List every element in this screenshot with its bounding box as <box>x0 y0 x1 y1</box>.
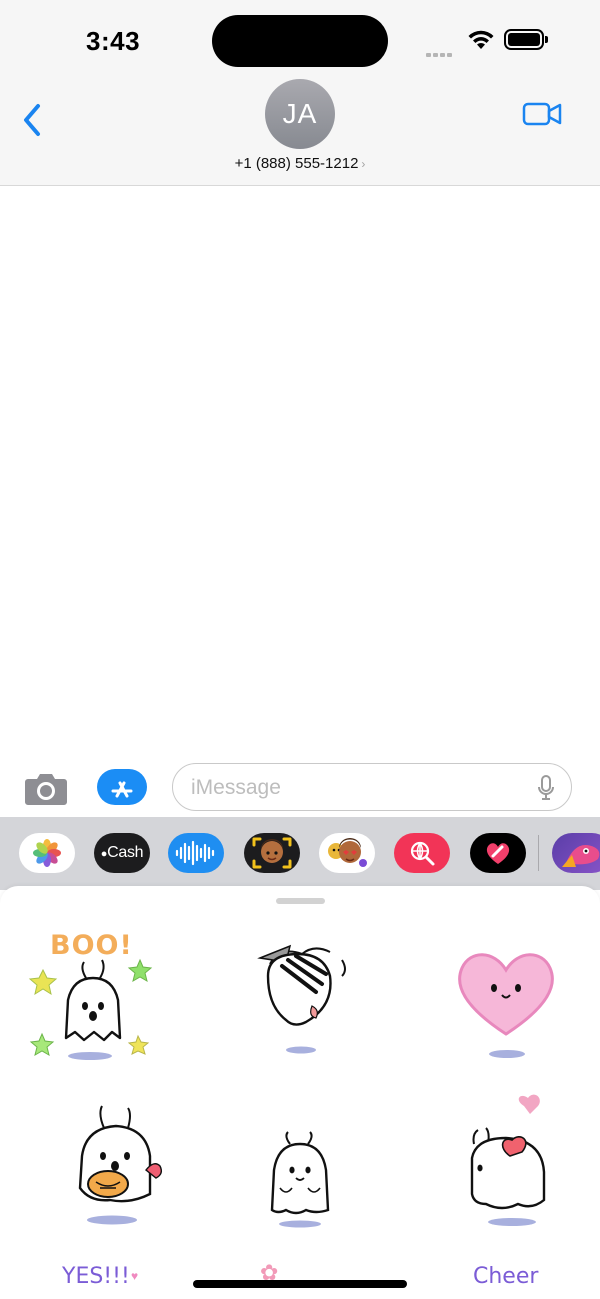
contact-phone: +1 (888) 555-1212 <box>234 155 359 172</box>
sticker-boo-ghost[interactable]: BOO! <box>28 930 158 1064</box>
sticker-small-ghost[interactable] <box>266 1130 334 1230</box>
microphone-icon[interactable] <box>537 775 555 801</box>
sticker-pack-icon <box>562 845 600 867</box>
memoji-icon <box>252 837 292 869</box>
app-strip-divider <box>538 835 539 871</box>
cellular-signal-icon <box>426 44 454 62</box>
sticker-ghost-peek[interactable] <box>250 936 360 1056</box>
app-memoji[interactable] <box>244 833 300 873</box>
sticker-ghost-pumpkin[interactable] <box>70 1104 166 1228</box>
app-photos[interactable] <box>19 833 75 873</box>
battery-icon <box>504 29 548 50</box>
app-memoji-stickers[interactable] <box>319 833 375 873</box>
app-store-icon <box>111 781 133 798</box>
sticker-pink-heart[interactable] <box>448 942 564 1060</box>
conversation-header: 3:43 JA +1 (888) 555-1212 › <box>0 0 600 186</box>
contact-name-button[interactable]: +1 (888) 555-1212 › <box>0 155 600 172</box>
video-camera-icon[interactable] <box>522 100 562 128</box>
dynamic-island <box>212 15 388 67</box>
imessage-app-drawer: ●Cash <box>0 817 600 890</box>
app-audio-message[interactable] <box>168 833 224 873</box>
chevron-right-icon: › <box>361 157 366 171</box>
message-list <box>0 187 600 757</box>
app-digital-touch[interactable] <box>470 833 526 873</box>
contact-avatar[interactable]: JA <box>265 79 335 149</box>
cash-label-text: Cash <box>107 844 144 861</box>
sticker-drawer: BOO! YES!!! ♥ ✿ Cheer <box>0 886 600 1299</box>
digital-touch-heart-icon <box>486 843 510 864</box>
sticker-yes-heart-icon: ♥ <box>131 1269 139 1283</box>
drawer-grabber[interactable] <box>276 898 325 904</box>
sticker-yes-text[interactable]: YES!!! <box>62 1264 130 1289</box>
status-time: 3:43 <box>86 26 141 56</box>
app-cash[interactable]: ●Cash <box>94 833 150 873</box>
memoji-stickers-icon <box>328 838 367 867</box>
app-sticker-pack[interactable] <box>552 833 600 873</box>
app-image-search[interactable] <box>394 833 450 873</box>
message-input-placeholder: iMessage <box>191 776 281 799</box>
audio-waveform-icon <box>175 840 215 866</box>
message-input[interactable]: iMessage <box>172 763 572 811</box>
camera-icon[interactable] <box>24 770 68 806</box>
wifi-icon <box>468 30 494 49</box>
globe-search-icon <box>410 841 435 866</box>
app-store-button[interactable] <box>97 769 147 805</box>
sticker-ghost-heart[interactable] <box>462 1094 558 1230</box>
photos-icon <box>33 839 61 867</box>
back-chevron-icon[interactable] <box>18 98 48 142</box>
home-indicator[interactable] <box>193 1280 407 1288</box>
apple-cash-label: ●Cash <box>101 844 144 862</box>
sticker-cheer-text[interactable]: Cheer <box>473 1264 538 1289</box>
